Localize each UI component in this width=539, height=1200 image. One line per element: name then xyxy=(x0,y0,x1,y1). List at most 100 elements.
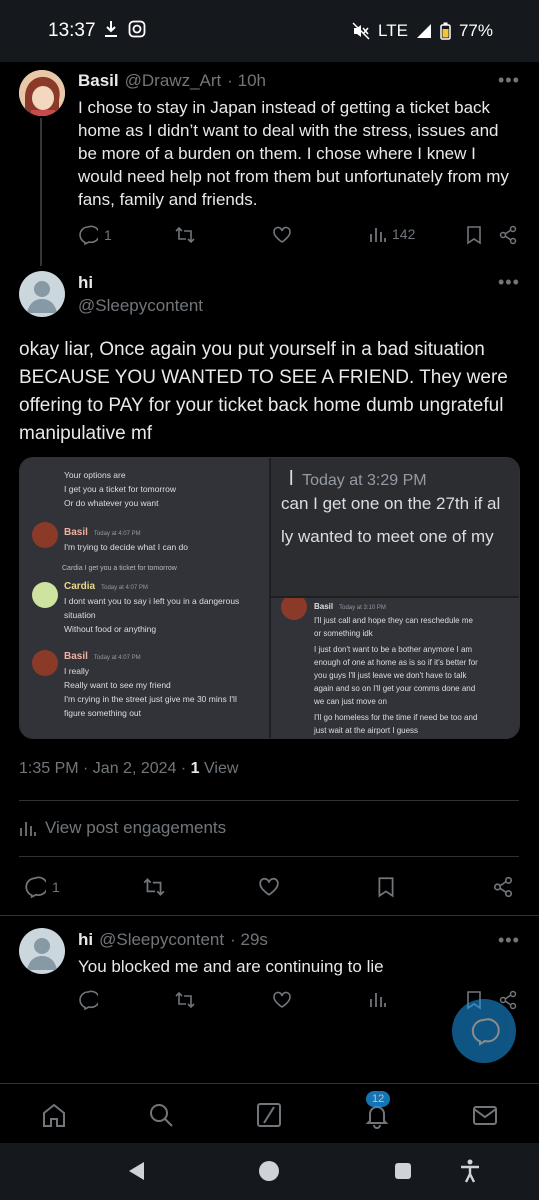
post-time: · 29s xyxy=(230,930,268,949)
message-line: I'm crying in the street just give me 30… xyxy=(64,694,237,704)
views-icon xyxy=(370,993,386,1007)
message-line: Really want to see my friend xyxy=(64,680,171,690)
message-line: I get you a ticket for tomorrow xyxy=(64,484,176,494)
like-button[interactable] xyxy=(272,225,292,245)
recents-button[interactable] xyxy=(394,1162,412,1185)
home-circle-icon xyxy=(259,1161,279,1181)
avatar[interactable] xyxy=(19,271,65,317)
author-handle[interactable]: @Drawz_Art xyxy=(125,71,222,91)
message-line: you guys I'll just leave we don't have t… xyxy=(314,671,467,680)
post-text: I chose to stay in Japan instead of gett… xyxy=(78,98,509,209)
reply-icon xyxy=(79,225,98,245)
reply-button[interactable]: 1 xyxy=(78,225,112,245)
thread-line xyxy=(40,118,42,266)
nav-home[interactable] xyxy=(40,1101,68,1134)
bookmark-button[interactable] xyxy=(465,225,483,245)
mail-icon xyxy=(473,1106,497,1125)
default-avatar-icon xyxy=(27,938,57,970)
heart-icon xyxy=(273,226,291,243)
bookmark-icon xyxy=(378,877,394,898)
repost-button[interactable] xyxy=(174,225,196,245)
message-line: I'm trying to decide what I can do xyxy=(64,542,188,552)
share-button[interactable] xyxy=(492,876,514,898)
like-button[interactable] xyxy=(272,990,292,1010)
nav-notifications[interactable]: 12 xyxy=(363,1091,391,1134)
share-icon xyxy=(499,225,517,245)
author-handle[interactable]: @Sleepycontent xyxy=(99,930,224,950)
message-line: again and so on I'll get your comms done… xyxy=(314,684,476,693)
view-engagements-button[interactable]: View post engagements xyxy=(19,818,226,838)
default-avatar-icon xyxy=(27,281,57,313)
reply-icon xyxy=(79,990,98,1010)
status-bar: 13:37 LTE 77% xyxy=(0,0,539,62)
author-name[interactable]: Basil xyxy=(78,71,119,91)
avatar xyxy=(32,582,58,608)
message-line: we can just move on xyxy=(314,697,387,706)
message-line: I'll go homeless for the time if need be… xyxy=(314,713,478,722)
reply-button[interactable] xyxy=(78,990,98,1010)
view-count: 1 xyxy=(190,760,200,777)
message-time: Today at 4:07 PM xyxy=(101,585,148,591)
author-name[interactable]: hi xyxy=(78,930,93,950)
message-line: just wait at the airport I guess xyxy=(314,726,419,735)
avatar[interactable] xyxy=(19,70,65,116)
message-time: Today at 4:07 PM xyxy=(93,531,141,537)
divider xyxy=(0,915,539,916)
views-button[interactable] xyxy=(368,990,386,1008)
view-engagements-label: View post engagements xyxy=(45,818,227,837)
message-time: Today at 4:07 PM xyxy=(93,655,141,661)
like-button[interactable] xyxy=(258,876,280,898)
attached-image[interactable]: Your options are I get you a ticket for … xyxy=(19,457,520,739)
avatar xyxy=(32,650,58,676)
status-time: 13:37 xyxy=(48,20,96,41)
nav-grok[interactable] xyxy=(255,1101,283,1134)
analytics-icon xyxy=(20,822,36,836)
system-navigation-bar xyxy=(0,1143,539,1200)
author-handle[interactable]: @Sleepycontent xyxy=(78,296,203,316)
more-options-icon[interactable]: ••• xyxy=(498,70,520,91)
back-button[interactable] xyxy=(126,1160,146,1187)
divider xyxy=(19,800,519,801)
compose-reply-button[interactable] xyxy=(452,999,516,1063)
bookmark-button[interactable] xyxy=(376,876,396,898)
grok-icon xyxy=(257,1103,281,1127)
search-icon xyxy=(150,1104,173,1127)
message-author: Basil xyxy=(314,602,334,611)
avatar-art xyxy=(19,70,65,116)
repost-button[interactable] xyxy=(142,876,166,898)
author-name[interactable]: hi xyxy=(78,273,93,293)
mute-icon xyxy=(352,22,370,40)
repost-button[interactable] xyxy=(174,990,196,1010)
divider xyxy=(19,856,519,857)
heart-icon xyxy=(259,877,279,896)
share-icon xyxy=(493,876,513,898)
view-label: View xyxy=(204,760,239,777)
more-options-icon[interactable]: ••• xyxy=(498,930,520,951)
home-button[interactable] xyxy=(258,1160,280,1187)
views-button[interactable]: 142 xyxy=(368,225,415,243)
back-icon xyxy=(129,1162,144,1180)
nav-search[interactable] xyxy=(147,1101,175,1134)
avatar[interactable] xyxy=(19,928,65,974)
post-text: okay liar, Once again you put yourself i… xyxy=(19,339,508,444)
view-count: 142 xyxy=(392,226,416,242)
share-button[interactable] xyxy=(498,225,518,245)
signal-icon xyxy=(416,24,431,38)
action-bar: 1 xyxy=(24,876,518,900)
avatar xyxy=(32,522,58,548)
reply-icon xyxy=(25,876,46,898)
reply-count: 1 xyxy=(52,879,60,895)
repost-icon xyxy=(175,991,195,1009)
discord-screenshot-bottom-right: Basil Today at 3:10 PM I'll just call and… xyxy=(271,598,519,738)
message-author: Basil xyxy=(64,651,88,662)
reply-reference: Cardia I get you a ticket for tomorrow xyxy=(62,565,177,572)
battery-level: 77% xyxy=(458,21,493,40)
reply-button[interactable]: 1 xyxy=(24,876,60,898)
nav-messages[interactable] xyxy=(471,1101,499,1134)
accessibility-button[interactable] xyxy=(459,1159,481,1188)
more-options-icon[interactable]: ••• xyxy=(498,272,520,293)
post-text: You blocked me and are continuing to lie xyxy=(78,957,384,976)
message-line: I dont want you to say i left you in a d… xyxy=(64,596,240,606)
message-time: Today at 3:29 PM xyxy=(302,472,427,489)
message-line: situation xyxy=(64,610,96,620)
